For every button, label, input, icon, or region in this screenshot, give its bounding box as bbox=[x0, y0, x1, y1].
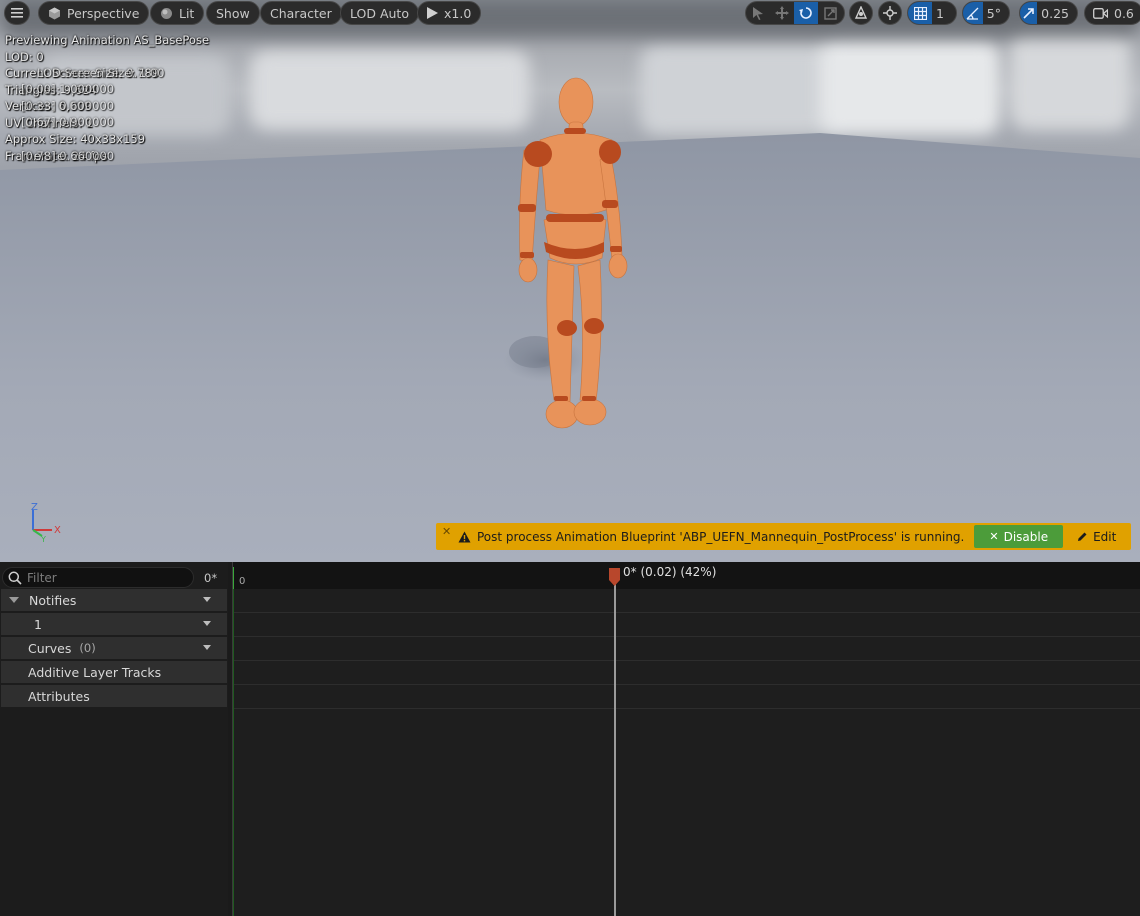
x-icon: ✕ bbox=[989, 530, 999, 543]
scale-snap-value: 0.25 bbox=[1041, 5, 1069, 21]
post-process-notice: ✕ Post process Animation Blueprint 'ABP_… bbox=[436, 523, 1131, 550]
pencil-icon bbox=[1077, 531, 1088, 542]
local-space-icon bbox=[854, 6, 868, 20]
filter-input[interactable]: Filter bbox=[2, 567, 194, 588]
edit-button[interactable]: Edit bbox=[1077, 525, 1116, 548]
angle-snap-icon[interactable] bbox=[963, 2, 983, 24]
viewport[interactable]: Perspective Lit Show Character LOD Auto … bbox=[0, 0, 1140, 562]
stats-overlap-text: [0.67] 0.900000 bbox=[21, 115, 115, 129]
track-divider bbox=[233, 612, 1140, 613]
additive-layer-track[interactable]: Additive Layer Tracks bbox=[1, 661, 227, 683]
camera-speed-value: 0.6 bbox=[1114, 5, 1134, 21]
viewport-menu-button[interactable] bbox=[4, 1, 30, 25]
stats-overlap-text: [0.33] 0.600000 bbox=[21, 99, 115, 113]
curves-track[interactable]: Curves (0) bbox=[1, 637, 227, 659]
start-marker bbox=[233, 567, 234, 589]
ruler-start-label: 0 bbox=[239, 576, 246, 587]
lod-button[interactable]: LOD Auto bbox=[340, 1, 419, 25]
hamburger-icon bbox=[11, 8, 23, 18]
grid-snap-icon[interactable] bbox=[908, 2, 932, 24]
timeline-panel: Filter 0* Notifies 1 Curves (0) Additive… bbox=[0, 562, 1140, 916]
stats-preview-line: Previewing Animation AS_BasePose bbox=[5, 33, 210, 47]
stats-overlap-text: [0.00] 1.000000 bbox=[21, 82, 115, 96]
search-icon bbox=[8, 571, 22, 588]
character-label: Character bbox=[270, 5, 332, 21]
edit-label: Edit bbox=[1093, 529, 1117, 544]
grid-snap-control[interactable]: 1 bbox=[907, 1, 957, 25]
scale-mode-icon[interactable] bbox=[818, 2, 842, 24]
collapse-arrow-icon[interactable] bbox=[9, 597, 19, 603]
play-rate-button[interactable]: x1.0 bbox=[417, 1, 482, 25]
notify-track-1[interactable]: 1 bbox=[1, 613, 227, 635]
stats-lod-line: LOD: 0 bbox=[5, 49, 44, 64]
sphere-icon bbox=[160, 7, 173, 20]
stats-overlap-text: [0.78] 0.660000 bbox=[21, 149, 115, 163]
chevron-down-icon[interactable] bbox=[203, 645, 211, 650]
notice-message: Post process Animation Blueprint 'ABP_UE… bbox=[477, 529, 965, 544]
perspective-label: Perspective bbox=[67, 5, 140, 21]
playhead-handle[interactable] bbox=[609, 568, 620, 586]
select-mode-icon[interactable] bbox=[746, 2, 770, 24]
axis-z-label: Z bbox=[31, 502, 38, 513]
warning-icon bbox=[458, 531, 471, 543]
track-list: Filter 0* Notifies 1 Curves (0) Additive… bbox=[0, 562, 228, 916]
lit-button[interactable]: Lit bbox=[150, 1, 205, 25]
lod-label: LOD Auto bbox=[350, 5, 409, 21]
track-divider bbox=[233, 708, 1140, 709]
viewport-stats: Previewing Animation AS_BasePose LOD: 0 … bbox=[5, 32, 209, 164]
surface-snap-button[interactable] bbox=[878, 1, 902, 25]
attributes-label: Attributes bbox=[28, 688, 90, 704]
perspective-button[interactable]: Perspective bbox=[38, 1, 150, 25]
disable-label: Disable bbox=[1003, 529, 1049, 544]
filter-placeholder: Filter bbox=[27, 570, 57, 585]
curves-label: Curves bbox=[28, 640, 72, 656]
character-button[interactable]: Character bbox=[260, 1, 342, 25]
playhead-line bbox=[614, 582, 616, 916]
scale-snap-control[interactable]: 0.25 bbox=[1019, 1, 1078, 25]
track-divider bbox=[233, 636, 1140, 637]
axis-x-label: X bbox=[54, 525, 61, 536]
surface-snap-icon bbox=[883, 6, 897, 20]
notifies-label: Notifies bbox=[29, 592, 77, 608]
transform-tools bbox=[745, 1, 845, 25]
mannequin-character[interactable] bbox=[500, 70, 640, 440]
additive-label: Additive Layer Tracks bbox=[28, 664, 162, 680]
disable-button[interactable]: ✕ Disable bbox=[974, 525, 1064, 548]
chevron-down-icon[interactable] bbox=[203, 597, 211, 602]
local-space-button[interactable] bbox=[849, 1, 873, 25]
scale-snap-icon[interactable] bbox=[1020, 2, 1038, 24]
notify-track-label: 1 bbox=[34, 616, 42, 632]
cube-icon bbox=[48, 7, 61, 20]
playhead-time-label: 0* (0.02) (42%) bbox=[623, 565, 717, 579]
rotate-mode-icon[interactable] bbox=[794, 2, 818, 24]
show-button[interactable]: Show bbox=[206, 1, 260, 25]
translate-mode-icon[interactable] bbox=[770, 2, 794, 24]
axis-gizmo: Z X Y bbox=[31, 502, 61, 542]
timeline-area[interactable]: 0 0* (0.02) (42%) bbox=[232, 562, 1140, 916]
stats-overlap-text: LOD Screen Size: 1.00 bbox=[37, 66, 165, 80]
play-icon bbox=[427, 7, 438, 19]
start-line bbox=[233, 589, 234, 916]
track-divider bbox=[233, 660, 1140, 661]
track-divider bbox=[233, 684, 1140, 685]
camera-icon bbox=[1093, 7, 1108, 19]
play-rate-label: x1.0 bbox=[444, 5, 472, 21]
lit-label: Lit bbox=[179, 5, 195, 21]
chevron-down-icon[interactable] bbox=[203, 621, 211, 626]
stats-size-line: Approx Size: 40x33x159 bbox=[5, 132, 146, 146]
axis-y-label: Y bbox=[40, 535, 46, 542]
angle-snap-control[interactable]: 5° bbox=[962, 1, 1010, 25]
attributes-track[interactable]: Attributes bbox=[1, 685, 227, 707]
current-frame-label: 0* bbox=[204, 571, 218, 585]
animation-editor: Perspective Lit Show Character LOD Auto … bbox=[0, 0, 1140, 916]
grid-snap-value: 1 bbox=[936, 5, 944, 21]
curves-count: (0) bbox=[79, 641, 96, 655]
camera-speed-button[interactable]: 0.6 bbox=[1084, 1, 1140, 25]
angle-snap-value: 5° bbox=[986, 5, 1001, 21]
close-icon[interactable]: ✕ bbox=[442, 525, 451, 538]
show-label: Show bbox=[216, 5, 250, 21]
notifies-track[interactable]: Notifies bbox=[1, 589, 227, 611]
